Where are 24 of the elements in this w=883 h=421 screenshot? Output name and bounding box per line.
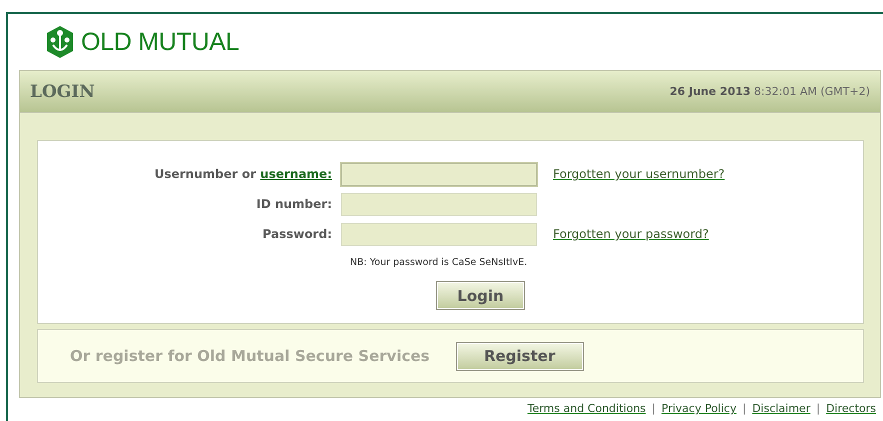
field-label: Usernumber or username: [153, 167, 333, 181]
logo-icon [45, 25, 75, 59]
footer-link[interactable]: Disclaimer [752, 402, 810, 415]
footer-link[interactable]: Terms and Conditions [527, 402, 646, 415]
field-label: Password: [262, 227, 333, 241]
login-button[interactable]: Login [436, 281, 525, 310]
separator: | [742, 402, 746, 415]
case-sensitive-note: NB: Your password is CaSe SeNsItIvE. [350, 257, 528, 268]
username-link[interactable]: username: [260, 167, 332, 181]
brand-name: OLD MUTUAL [81, 28, 240, 56]
register-button[interactable]: Register [456, 342, 584, 370]
input-field[interactable] [341, 222, 537, 246]
forgotten-link[interactable]: Forgotten your password? [553, 227, 863, 241]
input-field[interactable] [341, 192, 537, 216]
field-label: ID number: [255, 197, 333, 211]
panel-title: LOGIN [30, 82, 95, 102]
forgotten-link[interactable]: Forgotten your usernumber? [553, 167, 863, 181]
footer-link[interactable]: Privacy Policy [662, 402, 736, 415]
footer-link[interactable]: Directors [826, 402, 876, 415]
register-text: Or register for Old Mutual Secure Services [70, 347, 430, 365]
input-field[interactable] [341, 162, 537, 186]
date-time: 26 June 2013 8:32:01 AM (GMT+2) [670, 85, 870, 98]
separator: | [816, 402, 820, 415]
separator: | [652, 402, 656, 415]
